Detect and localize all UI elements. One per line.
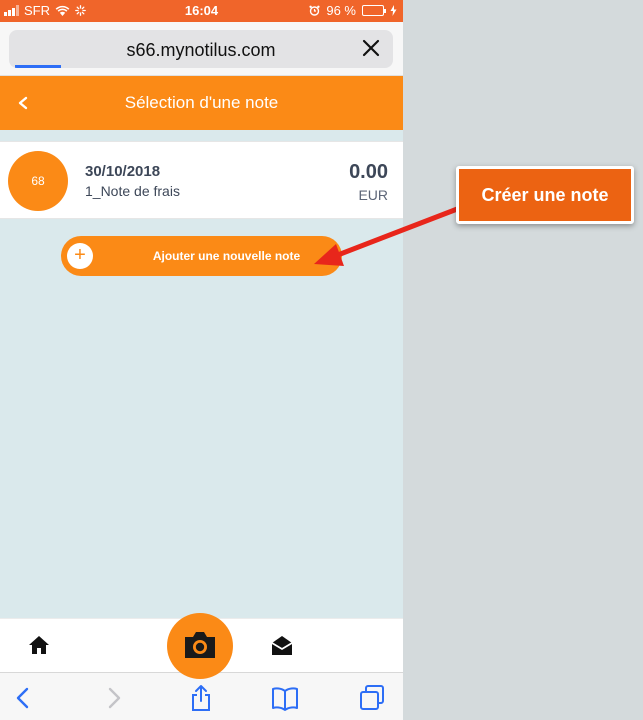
page-title: Sélection d'une note: [124, 93, 279, 112]
charging-icon: [390, 5, 397, 16]
forward-icon[interactable]: [99, 684, 127, 712]
url-text: s66.mynotilus.com: [126, 40, 276, 60]
note-amount: 0.00: [349, 161, 388, 183]
share-icon[interactable]: [187, 684, 215, 712]
page-load-progress: [15, 65, 61, 68]
mail-open-icon[interactable]: [270, 634, 294, 656]
note-date: 30/10/2018: [85, 163, 161, 180]
annotation-callout: Créer une note: [456, 166, 634, 224]
tabs-icon[interactable]: [358, 684, 386, 712]
alarm-icon: [309, 5, 320, 16]
bookmarks-icon[interactable]: [271, 684, 299, 712]
plus-icon: +: [67, 243, 93, 269]
safari-toolbar: [0, 672, 403, 720]
camera-icon: [185, 632, 215, 658]
status-bar: SFR 16:04 96 %: [0, 0, 403, 22]
note-avatar-number: 68: [31, 174, 45, 188]
annotation-arrow: [314, 203, 468, 266]
status-right: 96 %: [309, 3, 397, 18]
add-note-label: Ajouter une nouvelle note: [152, 249, 301, 263]
app-header: Sélection d'une note: [0, 76, 403, 130]
battery-icon: [362, 5, 386, 16]
battery-percent: 96 %: [326, 3, 356, 18]
browser-url-bar: s66.mynotilus.com: [0, 22, 403, 76]
url-field[interactable]: s66.mynotilus.com: [9, 30, 393, 68]
back-icon[interactable]: [10, 684, 38, 712]
note-avatar: 68: [8, 151, 68, 211]
phone-screen: SFR 16:04 96 % s66.mynotilus.com Sélecti…: [0, 0, 403, 720]
home-icon[interactable]: [28, 635, 50, 655]
camera-button[interactable]: [167, 613, 233, 679]
annotation-label: Créer une note: [481, 184, 609, 205]
close-icon[interactable]: [359, 36, 383, 60]
note-name: 1_Note de frais: [85, 183, 180, 199]
